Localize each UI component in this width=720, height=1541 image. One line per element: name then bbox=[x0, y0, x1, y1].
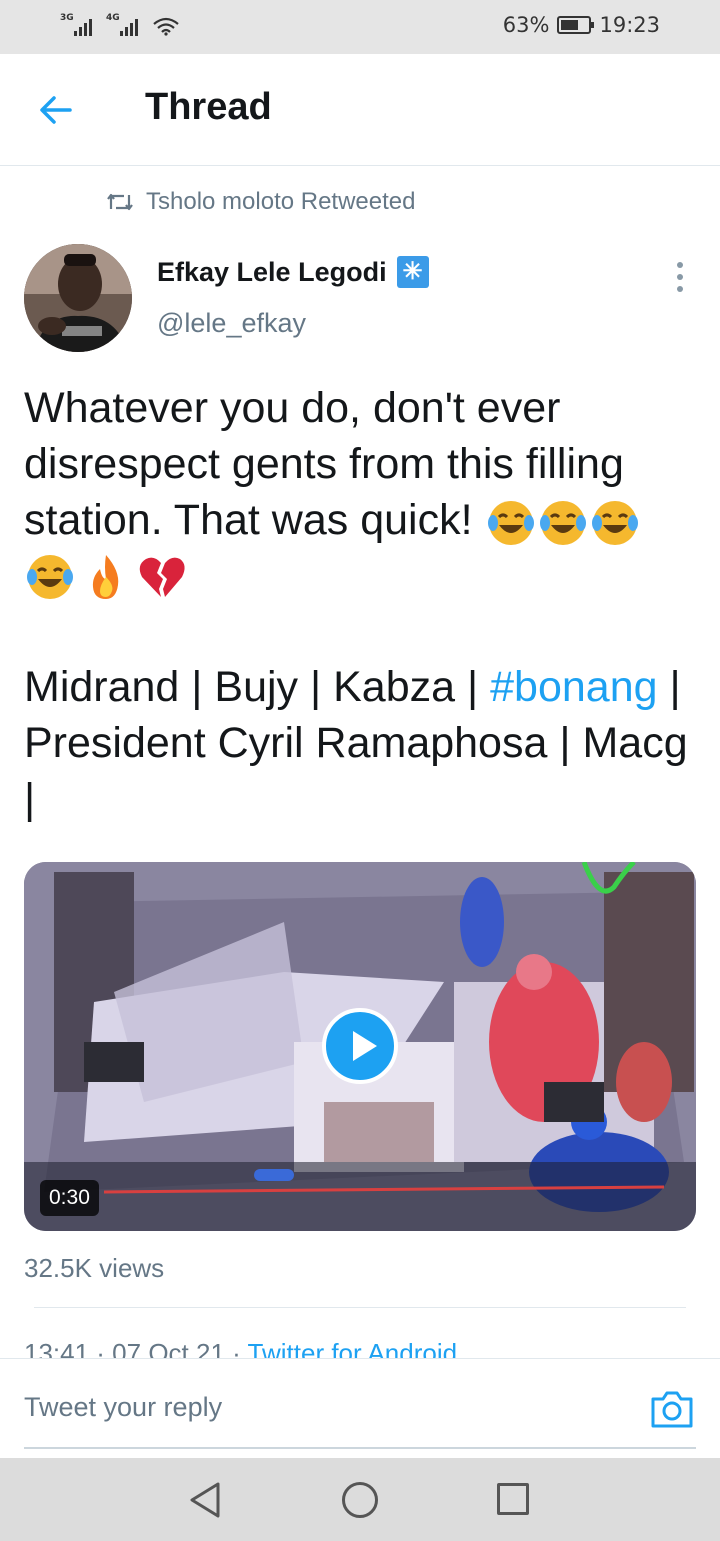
tweet-text-line: Whatever you do, don't ever disrespect g… bbox=[24, 380, 696, 549]
fire-icon bbox=[80, 551, 132, 603]
wifi-icon bbox=[153, 17, 179, 36]
signal-strength-icon: 4G bbox=[106, 13, 138, 36]
nav-home-icon[interactable] bbox=[342, 1482, 378, 1518]
battery-percent: 63% bbox=[502, 13, 550, 37]
tears-of-joy-icon bbox=[485, 497, 537, 549]
retweet-context-label: Tsholo moloto Retweeted bbox=[146, 188, 416, 215]
avatar[interactable] bbox=[24, 244, 132, 352]
broken-heart-icon bbox=[136, 551, 188, 603]
tears-of-joy-icon bbox=[589, 497, 641, 549]
tweet-text-part: Midrand | Bujy | Kabza | bbox=[24, 662, 491, 711]
camera-icon[interactable] bbox=[650, 1389, 694, 1429]
signal-indicators: 3G 4G bbox=[60, 13, 180, 36]
system-navigation-bar bbox=[0, 1458, 720, 1541]
status-right: 63% 19:23 bbox=[503, 13, 660, 37]
hashtag-link[interactable]: #bonang bbox=[490, 663, 657, 711]
asterisk-badge-icon: ✳ bbox=[396, 256, 429, 288]
tweet-timestamp: 13:41 · 07 Oct 21 · bbox=[24, 1338, 248, 1358]
nav-recents-icon[interactable] bbox=[497, 1483, 529, 1515]
top-app-bar: Thread bbox=[0, 54, 720, 166]
video-duration: 0:30 bbox=[40, 1180, 99, 1216]
more-options-icon[interactable] bbox=[670, 262, 690, 292]
play-button[interactable] bbox=[322, 1008, 398, 1084]
nav-back-icon[interactable] bbox=[188, 1480, 224, 1520]
clock: 19:23 bbox=[599, 13, 660, 37]
network-type-label: 3G bbox=[60, 13, 74, 23]
reply-composer: Tweet your reply bbox=[0, 1358, 720, 1458]
divider bbox=[34, 1307, 686, 1308]
tweet-meta: 13:41 · 07 Oct 21 · Twitter for Android bbox=[24, 1338, 457, 1358]
view-count: 32.5K views bbox=[24, 1253, 165, 1283]
emoji-row bbox=[24, 551, 696, 603]
tears-of-joy-icon bbox=[537, 497, 589, 549]
tweet-tags-line: Midrand | Bujy | Kabza | #bonang | Presi… bbox=[24, 659, 696, 827]
retweet-icon bbox=[107, 193, 133, 211]
author-handle[interactable]: @lele_efkay bbox=[157, 308, 306, 339]
status-bar: 3G 4G 63% 19:23 bbox=[0, 0, 720, 54]
tweet-body: Whatever you do, don't ever disrespect g… bbox=[24, 380, 696, 827]
reply-input-underline bbox=[24, 1447, 696, 1449]
retweet-context[interactable]: Tsholo moloto Retweeted bbox=[106, 188, 415, 216]
author-name[interactable]: Efkay Lele Legodi ✳ bbox=[157, 256, 429, 288]
battery-icon bbox=[557, 16, 595, 34]
back-arrow-icon[interactable] bbox=[36, 90, 76, 130]
network-type-label: 4G bbox=[106, 13, 120, 23]
signal-strength-icon: 3G bbox=[60, 13, 92, 36]
tears-of-joy-icon bbox=[24, 551, 76, 603]
author-name-text: Efkay Lele Legodi bbox=[157, 256, 387, 287]
page-title: Thread bbox=[145, 86, 272, 128]
reply-input[interactable]: Tweet your reply bbox=[24, 1392, 222, 1423]
tweet-source-link[interactable]: Twitter for Android bbox=[248, 1338, 458, 1358]
